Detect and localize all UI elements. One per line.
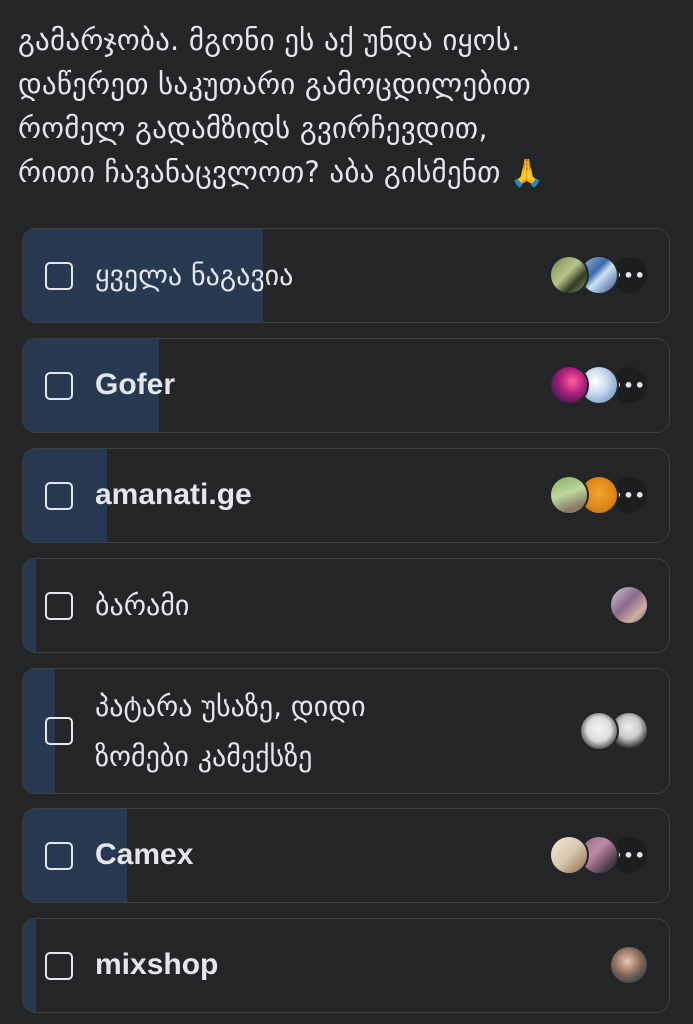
poll-checkbox[interactable]: [45, 842, 73, 870]
voter-avatars[interactable]: [579, 711, 649, 751]
post-text-line: რითი ჩავანაცვლოთ? აბა გისმენთ 🙏: [18, 155, 544, 189]
poll-option-label-line: პატარა უსაზე, დიდი: [95, 690, 366, 723]
voter-avatar[interactable]: [549, 475, 589, 515]
poll-checkbox[interactable]: [45, 717, 73, 745]
voter-avatar[interactable]: [609, 945, 649, 985]
poll-checkbox[interactable]: [45, 592, 73, 620]
vote-fill-bar: [23, 559, 36, 652]
voter-avatar[interactable]: [579, 711, 619, 751]
voter-avatar[interactable]: [549, 255, 589, 295]
poll-option-label: ყველა ნაგავია: [95, 259, 294, 292]
voter-avatar[interactable]: [549, 365, 589, 405]
poll-option[interactable]: პატარა უსაზე, დიდი ზომები კამექსზე: [22, 668, 670, 794]
voter-avatars[interactable]: [609, 945, 649, 985]
poll-option-label: ბარამი: [95, 589, 190, 622]
poll-option[interactable]: mixshop: [22, 918, 670, 1013]
poll-checkbox[interactable]: [45, 372, 73, 400]
poll-option-label-line: ზომები კამექსზე: [95, 740, 313, 773]
poll-option-label: Camex: [95, 838, 194, 871]
post-text: გამარჯობა. მგონი ეს აქ უნდა იყოს. დაწერე…: [18, 18, 678, 196]
poll-option-label: პატარა უსაზე, დიდი ზომები კამექსზე: [95, 682, 366, 782]
voter-avatars[interactable]: •••: [549, 255, 649, 295]
post-text-line: გამარჯობა. მგონი ეს აქ უნდა იყოს.: [18, 23, 521, 57]
poll-option-label: amanati.ge: [95, 478, 252, 511]
poll-option[interactable]: Camex •••: [22, 808, 670, 903]
praying-hands-icon: 🙏: [510, 158, 544, 189]
voter-avatar[interactable]: [609, 585, 649, 625]
poll-checkbox[interactable]: [45, 482, 73, 510]
poll-option[interactable]: amanati.ge •••: [22, 448, 670, 543]
poll-option[interactable]: ბარამი: [22, 558, 670, 653]
voter-avatars[interactable]: •••: [549, 365, 649, 405]
poll-option[interactable]: ყველა ნაგავია •••: [22, 228, 670, 323]
post-text-line: რომელ გადამზიდს გვირჩევდით,: [18, 111, 488, 145]
voter-avatars[interactable]: •••: [549, 475, 649, 515]
poll-checkbox[interactable]: [45, 262, 73, 290]
vote-fill-bar: [23, 919, 36, 1012]
voter-avatar[interactable]: [549, 835, 589, 875]
poll-option[interactable]: Gofer •••: [22, 338, 670, 433]
post-text-line: დაწერეთ საკუთარი გამოცდილებით: [18, 67, 531, 101]
poll-option-label: Gofer: [95, 368, 176, 401]
poll-option-label: mixshop: [95, 948, 219, 981]
poll-checkbox[interactable]: [45, 952, 73, 980]
voter-avatars[interactable]: •••: [549, 835, 649, 875]
voter-avatars[interactable]: [609, 585, 649, 625]
